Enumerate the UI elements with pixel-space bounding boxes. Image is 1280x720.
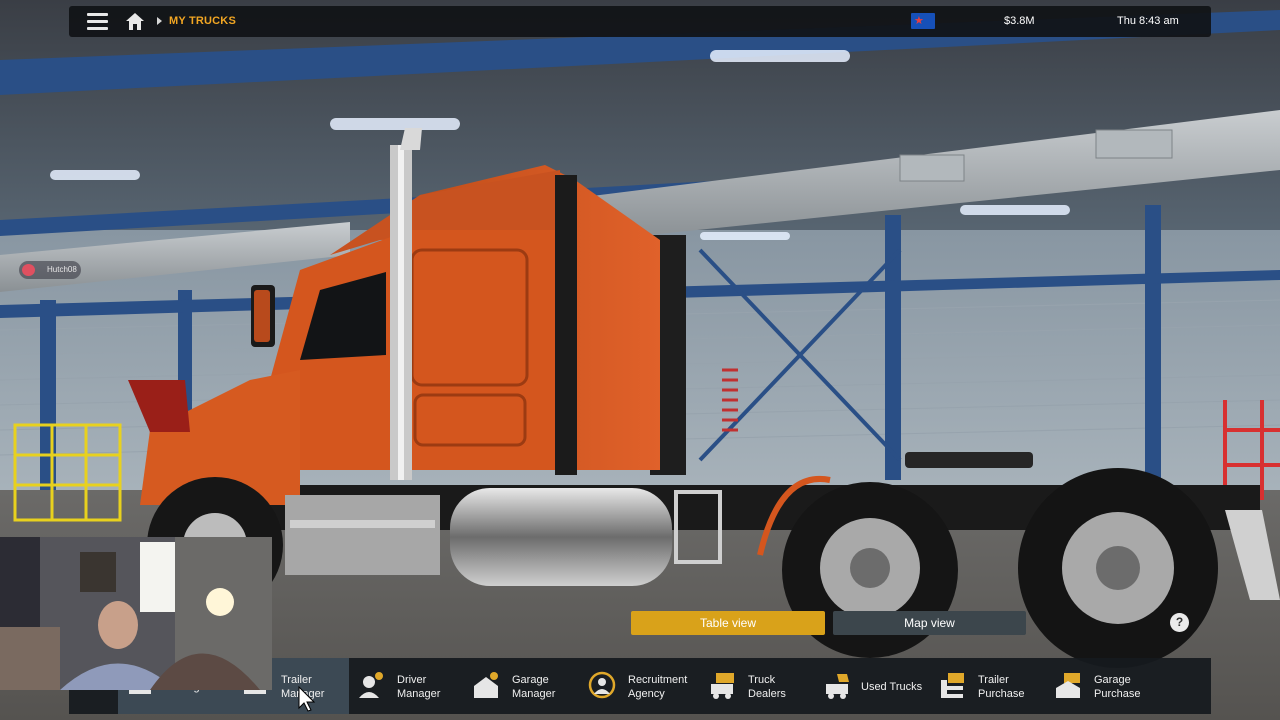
map-view-button[interactable]: Map view bbox=[833, 611, 1026, 635]
garage-icon bbox=[474, 672, 498, 698]
recruitment-icon bbox=[588, 671, 616, 699]
nav-used-trucks[interactable]: Used Trucks bbox=[815, 658, 930, 714]
state-flag-icon: ★ bbox=[911, 13, 935, 29]
discord-icon bbox=[22, 264, 35, 276]
top-bar: MY TRUCKS ★ $3.8M Thu 8:43 am bbox=[69, 6, 1211, 37]
table-view-button[interactable]: Table view bbox=[631, 611, 825, 635]
nav-label: Garage Purchase bbox=[1094, 674, 1141, 700]
nav-label: Trailer Purchase bbox=[978, 674, 1025, 700]
nav-garage-manager[interactable]: Garage Manager bbox=[464, 658, 580, 714]
home-icon[interactable] bbox=[125, 12, 145, 31]
money-balance: $3.8M bbox=[1004, 15, 1035, 27]
webcam-overlay bbox=[0, 537, 272, 690]
breadcrumb-arrow-icon bbox=[157, 17, 162, 25]
nav-garage-purchase[interactable]: Garage Purchase bbox=[1046, 658, 1166, 714]
nav-label: Driver Manager bbox=[397, 674, 441, 700]
nav-label: Garage Manager bbox=[512, 674, 556, 700]
nav-label: Truck Dealers bbox=[748, 674, 786, 700]
discord-username: Hutch08 bbox=[47, 265, 77, 274]
nav-label: Recruitment Agency bbox=[628, 674, 688, 700]
game-clock: Thu 8:43 am bbox=[1117, 15, 1179, 27]
nav-driver-manager[interactable]: Driver Manager bbox=[349, 658, 464, 714]
driver-icon bbox=[359, 672, 383, 698]
used-truck-icon bbox=[826, 674, 849, 699]
discord-overlay: Hutch08 bbox=[19, 261, 81, 279]
help-button[interactable]: ? bbox=[1170, 613, 1189, 632]
nav-truck-dealers[interactable]: Truck Dealers bbox=[700, 658, 815, 714]
truck-dealer-icon bbox=[711, 673, 734, 699]
nav-label: Used Trucks bbox=[861, 681, 923, 693]
nav-recruitment-agency[interactable]: Recruitment Agency bbox=[580, 658, 700, 714]
breadcrumb-current[interactable]: MY TRUCKS bbox=[169, 15, 236, 27]
menu-icon[interactable] bbox=[87, 13, 108, 30]
nav-trailer-purchase[interactable]: Trailer Purchase bbox=[930, 658, 1046, 714]
mouse-cursor-icon bbox=[298, 686, 316, 712]
garage-purchase-icon bbox=[1056, 673, 1080, 698]
trailer-purchase-icon bbox=[941, 673, 964, 698]
